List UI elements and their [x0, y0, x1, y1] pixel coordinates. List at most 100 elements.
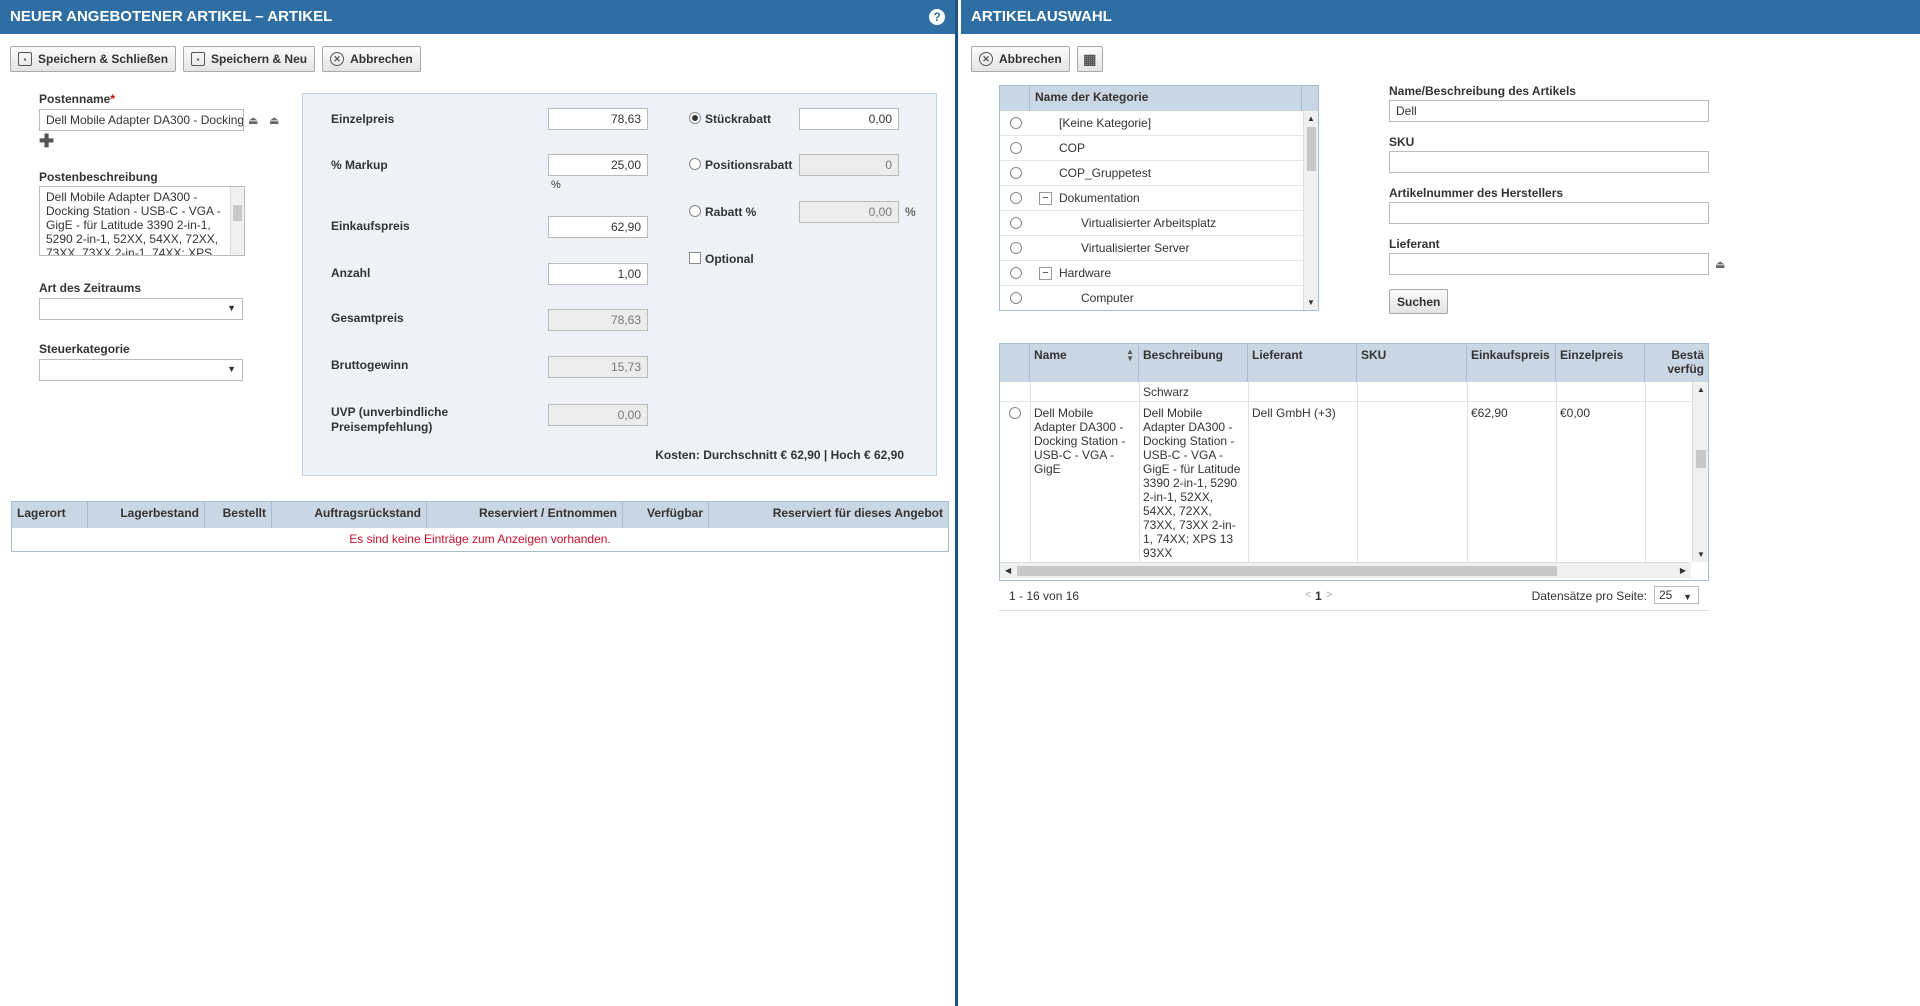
uvp-label-1: UVP (unverbindliche [331, 405, 449, 419]
anzahl-label: Anzahl [331, 266, 371, 280]
result-name: Dell Mobile Adapter DA300 - Docking Stat… [1034, 406, 1126, 476]
category-row[interactable]: COP [1000, 136, 1304, 161]
search-button[interactable]: Suchen [1389, 289, 1449, 314]
collapse-icon[interactable]: − [1039, 267, 1052, 280]
postenname-input[interactable]: Dell Mobile Adapter DA300 - Docking Stat… [39, 109, 244, 131]
save-new-icon: ▪ [191, 52, 206, 66]
result-radio[interactable] [1009, 407, 1021, 419]
col-sku[interactable]: SKU [1357, 344, 1467, 382]
sku-input[interactable] [1389, 151, 1709, 173]
save-new-button[interactable]: ▪ Speichern & Neu [183, 46, 316, 72]
col-reserviert-angebot[interactable]: Reserviert für dieses Angebot [709, 502, 948, 528]
cancel-button[interactable]: ✕ Abbrechen [322, 46, 421, 72]
optional-checkbox[interactable] [689, 252, 701, 264]
textarea-scrollbar[interactable] [230, 187, 244, 255]
lieferant-lookup-icon[interactable]: ⏏ [1715, 258, 1725, 271]
col-bestellt[interactable]: Bestellt [205, 502, 272, 528]
item-editor-panel: NEUER ANGEBOTENER ARTIKEL – ARTIKEL ? ▪ S… [0, 0, 958, 1006]
postenbeschreibung-text: Dell Mobile Adapter DA300 - Docking Stat… [46, 190, 221, 256]
article-selection-panel: ARTIKELAUSWAHL ✕ Abbrechen ▦ Name der Kat… [961, 0, 1920, 1006]
col-beschreibung[interactable]: Beschreibung [1139, 344, 1248, 382]
left-title-bar: NEUER ANGEBOTENER ARTIKEL – ARTIKEL ? [0, 0, 955, 34]
zeitraum-select[interactable]: ▼ [39, 298, 243, 320]
category-header: Name der Kategorie [1000, 86, 1318, 111]
grid-view-button[interactable]: ▦ [1076, 46, 1103, 72]
einzelpreis-input[interactable]: 78,63 [548, 108, 648, 130]
postenbeschreibung-textarea[interactable]: Dell Mobile Adapter DA300 - Docking Stat… [39, 186, 245, 256]
lookup-car-icon[interactable]: ⏏ [269, 114, 279, 127]
right-cancel-label: Abbrechen [999, 52, 1062, 66]
results-hscrollbar[interactable]: ◀ ▶ [1000, 562, 1691, 578]
col-verfuegbar[interactable]: Verfügbar [623, 502, 709, 528]
category-row[interactable]: Computer [1000, 286, 1304, 310]
markup-input[interactable]: 25,00 [548, 154, 648, 176]
per-page-value: 25 [1659, 588, 1673, 602]
prev-page-icon[interactable]: < [1305, 589, 1311, 601]
category-label: Computer [1081, 291, 1134, 305]
col-einzelpreis[interactable]: Einzelpreis [1556, 344, 1645, 382]
scroll-down-icon: ▼ [1697, 550, 1705, 559]
col-lieferant[interactable]: Lieferant [1248, 344, 1357, 382]
chevron-down-icon: ▼ [227, 364, 236, 374]
result-einzelpreis: €0,00 [1560, 406, 1591, 420]
postenname-label: Postenname* [39, 92, 116, 106]
next-page-icon[interactable]: > [1326, 589, 1332, 601]
save-close-button[interactable]: ▪ Speichern & Schließen [10, 46, 177, 72]
category-row[interactable]: [Keine Kategorie] [1000, 111, 1304, 136]
col-lagerbestand[interactable]: Lagerbestand [88, 502, 205, 528]
lookup-icon[interactable]: ⏏ [248, 114, 258, 127]
rabatt-label: Rabatt % [705, 205, 757, 219]
name-search-input[interactable]: Dell [1389, 100, 1709, 122]
col-bestand[interactable]: Bestä verfüg [1645, 344, 1708, 382]
add-icon[interactable]: ✚ [39, 131, 54, 152]
col-auftragsrueckstand[interactable]: Auftragsrückstand [272, 502, 427, 528]
left-toolbar: ▪ Speichern & Schließen ▪ Speichern & Neu … [10, 46, 421, 72]
results-vscrollbar[interactable]: ▲ ▼ [1692, 382, 1708, 562]
category-name-col[interactable]: Name der Kategorie [1030, 86, 1302, 111]
rabatt-radio[interactable] [689, 205, 701, 217]
category-row[interactable]: − Dokumentation [1000, 186, 1304, 211]
per-page-select[interactable]: 25 ▼ [1654, 586, 1699, 604]
stock-grid: Lagerort Lagerbestand Bestellt Auftragsr… [11, 501, 949, 552]
category-radio [1010, 217, 1022, 229]
lieferant-input[interactable] [1389, 253, 1709, 275]
gesamtpreis-value: 78,63 [548, 309, 648, 331]
category-radio [1010, 292, 1022, 304]
bruttogewinn-label: Bruttogewinn [331, 358, 409, 372]
save-icon: ▪ [18, 52, 32, 66]
col-reserviert[interactable]: Reserviert / Entnommen [427, 502, 623, 528]
positionsrabatt-radio[interactable] [689, 158, 701, 170]
right-toolbar: ✕ Abbrechen ▦ [971, 46, 1103, 72]
mfr-number-label: Artikelnummer des Herstellers [1389, 186, 1564, 200]
stueckrabatt-radio[interactable] [689, 112, 701, 124]
steuer-select[interactable]: ▼ [39, 359, 243, 381]
category-row[interactable]: Virtualisierter Server [1000, 236, 1304, 261]
lieferant-label: Lieferant [1389, 237, 1440, 251]
current-page[interactable]: 1 [1315, 589, 1322, 603]
col-name[interactable]: Name ▲ ▼ [1030, 344, 1139, 382]
category-row[interactable]: COP_Gruppetest [1000, 161, 1304, 186]
left-title: NEUER ANGEBOTENER ARTIKEL – ARTIKEL [10, 8, 333, 25]
result-beschreibung: Dell Mobile Adapter DA300 - Docking Stat… [1143, 406, 1241, 560]
collapse-icon[interactable]: − [1039, 192, 1052, 205]
optional-label: Optional [705, 252, 754, 266]
per-page-label: Datensätze pro Seite: [1531, 589, 1647, 603]
help-icon[interactable]: ? [929, 9, 945, 25]
category-row[interactable]: − Hardware [1000, 261, 1304, 286]
category-scrollbar[interactable]: ▲ ▼ [1303, 111, 1318, 310]
einkaufspreis-input[interactable]: 62,90 [548, 216, 648, 238]
anzahl-input[interactable]: 1,00 [548, 263, 648, 285]
stueckrabatt-input[interactable]: 0,00 [799, 108, 899, 130]
col-lagerort[interactable]: Lagerort [12, 502, 88, 528]
results-body: Schwarz Dell Mobile Adapter DA300 - Dock… [1000, 382, 1691, 562]
scroll-right-icon: ▶ [1679, 566, 1686, 575]
positionsrabatt-input: 0 [799, 154, 899, 176]
category-label: Hardware [1059, 266, 1112, 280]
category-list: [Keine Kategorie] COP COP_Gruppetest − Do… [1000, 111, 1304, 310]
mfr-number-input[interactable] [1389, 202, 1709, 224]
right-cancel-button[interactable]: ✕ Abbrechen [971, 46, 1070, 72]
col-einkaufspreis[interactable]: Einkaufspreis [1467, 344, 1556, 382]
category-label: COP_Gruppetest [1059, 166, 1152, 180]
category-row[interactable]: Virtualisierter Arbeitsplatz [1000, 211, 1304, 236]
sort-icon: ▲ ▼ [1126, 347, 1134, 363]
